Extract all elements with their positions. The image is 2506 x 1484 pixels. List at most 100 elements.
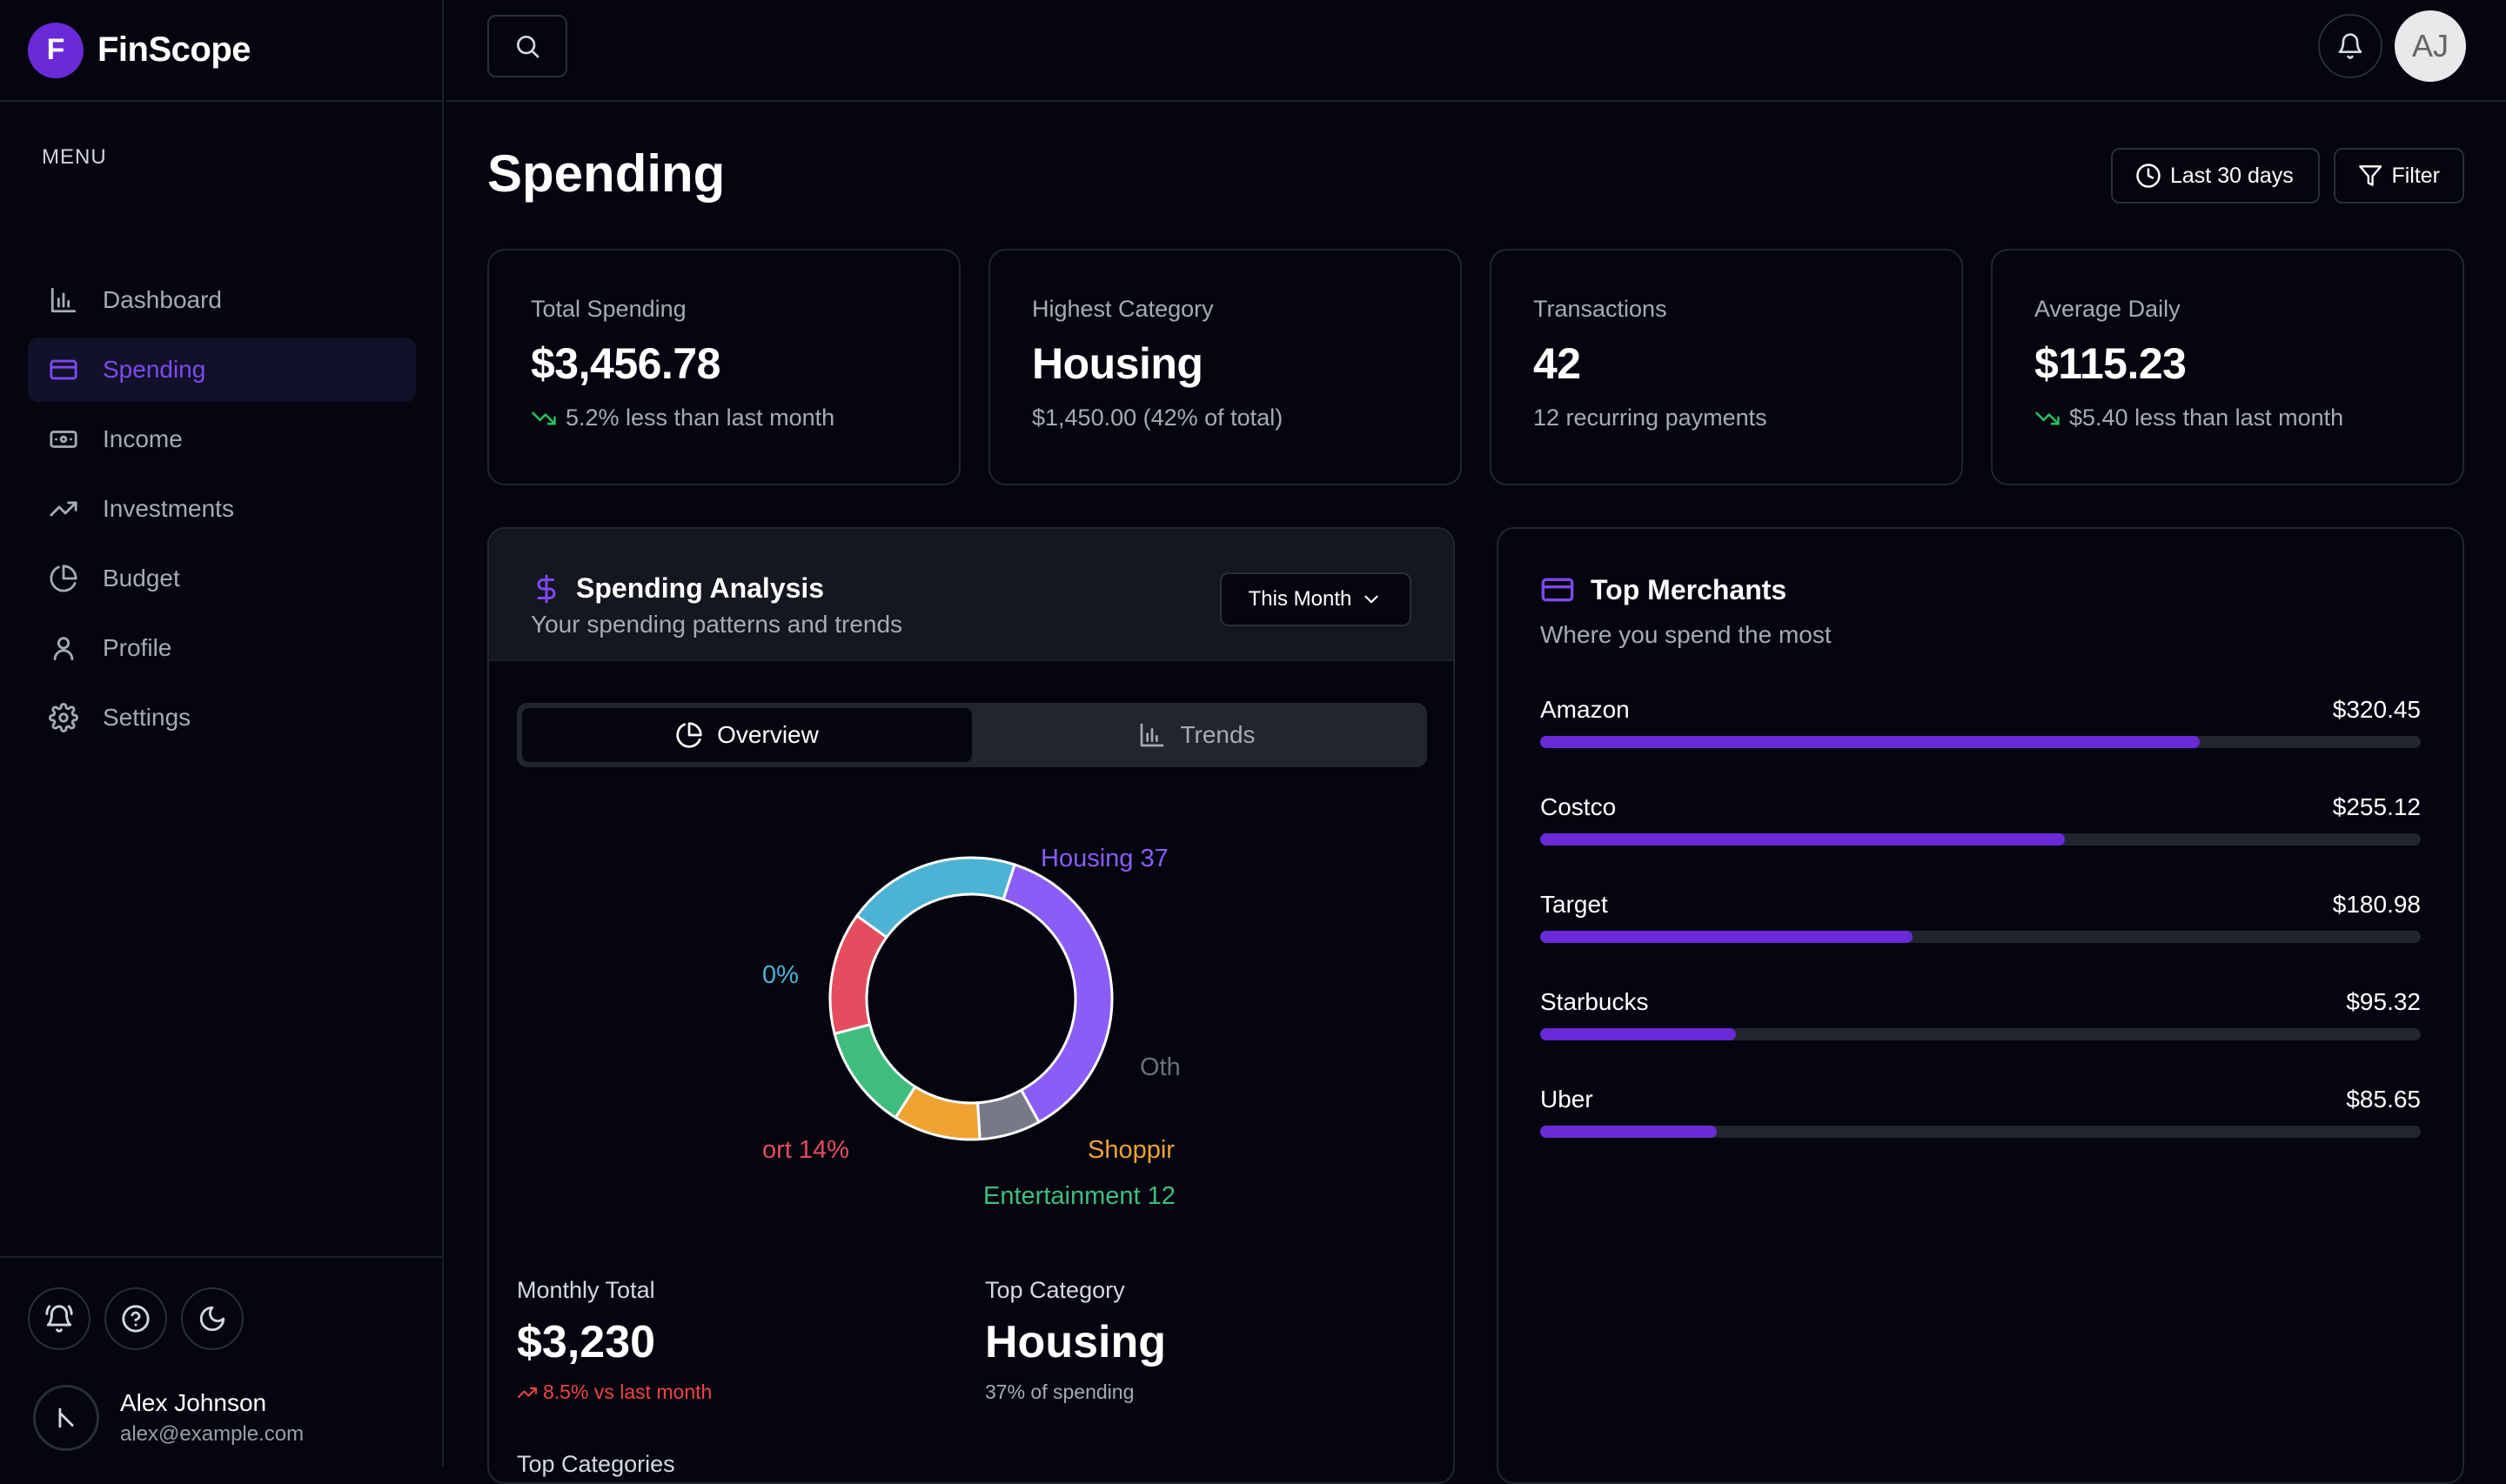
topbar: AJ	[446, 0, 2506, 102]
sidebar-item-income[interactable]: Income	[28, 407, 416, 471]
top-category-share: 37% of spending	[985, 1380, 1135, 1403]
page-title: Spending	[487, 144, 726, 203]
sidebar-item-dashboard[interactable]: Dashboard	[28, 268, 416, 332]
stat-value: $115.23	[2034, 339, 2187, 388]
notifications-ring-button[interactable]	[28, 1287, 90, 1350]
theme-toggle-button[interactable]	[181, 1287, 244, 1350]
sidebar-item-spending[interactable]: Spending	[28, 338, 416, 402]
top-category-value: Housing	[985, 1317, 1166, 1367]
merchant-amount: $95.32	[2346, 988, 2421, 1015]
monthly-change: 8.5% vs last month	[543, 1380, 713, 1403]
clock-icon	[2136, 164, 2161, 188]
brand[interactable]: F FinScope	[0, 0, 444, 102]
trending-down-icon	[532, 411, 556, 424]
sidebar-item-settings[interactable]: Settings	[28, 685, 416, 750]
tab-label: Trends	[1180, 721, 1256, 748]
chevron-down-icon	[1364, 595, 1378, 604]
merchant-amount: $180.98	[2332, 891, 2421, 918]
notifications-button[interactable]	[2318, 14, 2382, 78]
merchant-bar-fill	[1540, 931, 1913, 943]
menu-label: MENU	[42, 145, 107, 169]
card-title: Spending Analysis	[576, 572, 825, 604]
sidebar: F FinScope MENU Dashboard Spending Incom…	[0, 0, 444, 1467]
sidebar-item-budget[interactable]: Budget	[28, 546, 416, 611]
date-range-label: Last 30 days	[2170, 163, 2294, 188]
stat-label: Total Spending	[531, 296, 687, 322]
pie-chart-icon	[50, 565, 77, 592]
merchant-name: Uber	[1540, 1086, 1593, 1113]
sidebar-item-investments[interactable]: Investments	[28, 477, 416, 541]
donut-slice-housing[interactable]	[1002, 863, 1114, 1125]
merchant-name: Costco	[1540, 793, 1617, 820]
donut-slice-food[interactable]	[854, 856, 1016, 939]
monthly-total-label: Monthly Total	[517, 1277, 655, 1303]
spending-donut-chart: Housing 37 0% Oth ort 14% Shoppir Entert…	[762, 845, 1180, 1207]
merchant-bar	[1540, 931, 2421, 943]
trending-down-icon	[2035, 411, 2060, 424]
help-button[interactable]	[104, 1287, 167, 1350]
donut-slice-transport[interactable]	[828, 913, 889, 1036]
card-title: Top Merchants	[1591, 573, 1787, 605]
filter-button[interactable]: Filter	[2334, 148, 2464, 204]
gear-icon	[49, 703, 78, 732]
analysis-tabs: Overview Trends	[517, 703, 1427, 767]
pie-chart-icon	[676, 722, 702, 748]
merchant-amount: $320.45	[2332, 696, 2421, 723]
merchant-row: Amazon $320.45	[1540, 696, 2421, 748]
sidebar-footer: Alex Johnson alex@example.com	[0, 1256, 444, 1467]
sidebar-item-profile[interactable]: Profile	[28, 616, 416, 680]
tab-label: Overview	[717, 721, 819, 748]
user-profile[interactable]: Alex Johnson alex@example.com	[33, 1385, 304, 1451]
date-range-button[interactable]: Last 30 days	[2111, 148, 2320, 204]
merchant-bar	[1540, 833, 2421, 846]
donut-label-food: 0%	[762, 961, 799, 989]
donut-slice-entertainment[interactable]	[833, 1023, 917, 1120]
trending-up-icon	[518, 1387, 537, 1398]
bar-chart-icon	[50, 287, 77, 313]
card-subtitle: Where you spend the most	[1540, 621, 1832, 648]
merchant-row: Costco $255.12	[1540, 793, 2421, 846]
period-select[interactable]: This Month	[1220, 572, 1411, 626]
merchant-bar-fill	[1540, 1028, 1737, 1040]
avatar-placeholder-icon	[58, 1407, 74, 1428]
sidebar-item-label: Settings	[103, 704, 191, 731]
top-category-label: Top Category	[985, 1277, 1125, 1303]
merchant-bar-fill	[1540, 736, 2200, 748]
user-icon	[53, 637, 74, 661]
filter-icon	[2359, 165, 2382, 186]
tab-overview[interactable]: Overview	[522, 708, 972, 762]
merchant-bar	[1540, 1028, 2421, 1040]
stat-value: 42	[1533, 339, 1581, 388]
search-button[interactable]	[487, 15, 567, 77]
moon-icon	[199, 1306, 225, 1332]
donut-label-housing: Housing 37	[1041, 845, 1169, 872]
merchant-name: Target	[1540, 891, 1608, 918]
sidebar-item-label: Profile	[103, 634, 172, 661]
banknote-icon	[50, 431, 77, 448]
top-category-block: Top Category Housing 37% of spending	[985, 1277, 1166, 1404]
donut-label-other: Oth	[1140, 1053, 1180, 1081]
donut-label-transport: ort 14%	[762, 1136, 849, 1164]
stat-card-average-daily: Average Daily $115.23 $5.40 less than la…	[1991, 249, 2464, 485]
merchant-amount: $85.65	[2346, 1086, 2421, 1113]
app-logo: F	[28, 22, 84, 78]
stat-label: Average Daily	[2034, 296, 2181, 322]
donut-label-entertainment: Entertainment 12	[983, 1182, 1176, 1207]
bar-chart-icon	[1141, 723, 1164, 747]
merchant-row: Target $180.98	[1540, 891, 2421, 943]
filter-label: Filter	[2391, 163, 2440, 188]
tab-trends[interactable]: Trends	[972, 708, 1422, 762]
stat-sub: $1,450.00 (42% of total)	[1032, 404, 1283, 431]
credit-card-icon	[1541, 578, 1574, 602]
merchant-row: Uber $85.65	[1540, 1086, 2421, 1138]
user-avatar[interactable]: AJ	[2395, 10, 2466, 82]
stat-value: $3,456.78	[531, 339, 720, 388]
credit-card-icon	[50, 359, 77, 380]
dollar-icon	[537, 574, 556, 603]
merchant-name: Starbucks	[1540, 988, 1649, 1015]
merchant-amount: $255.12	[2332, 793, 2421, 820]
monthly-total-value: $3,230	[517, 1317, 656, 1367]
user-name: Alex Johnson	[120, 1389, 267, 1416]
help-circle-icon	[122, 1305, 150, 1333]
stat-sub: 12 recurring payments	[1533, 404, 1767, 431]
